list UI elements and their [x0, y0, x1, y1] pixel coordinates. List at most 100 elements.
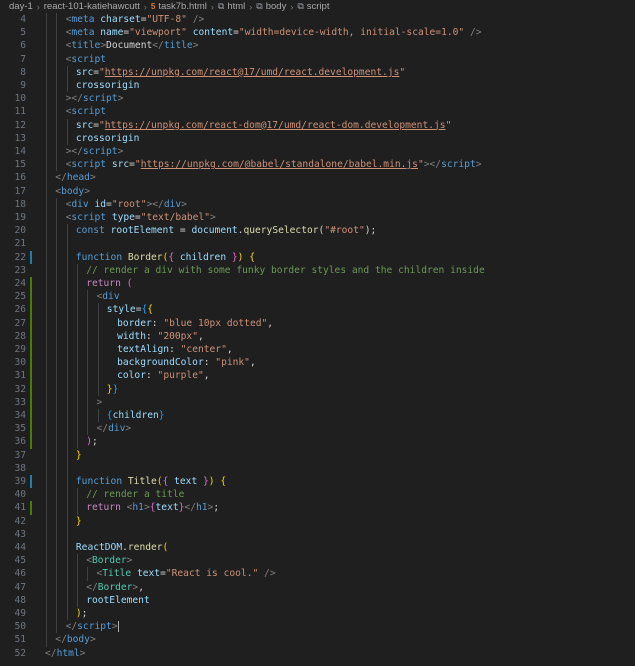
code-token: </ — [86, 581, 98, 593]
text-cursor — [117, 620, 119, 632]
code-line[interactable]: 37} — [0, 449, 635, 462]
code-token: div — [108, 423, 126, 435]
code-line[interactable]: 25 <div — [0, 290, 635, 304]
code-token: "pink" — [215, 357, 250, 369]
code-token: backgroundColor — [117, 357, 204, 369]
code-line[interactable]: 12 src="https://unpkg.com/react-dom@17/um… — [0, 119, 635, 132]
code-line[interactable]: 35 </div> — [0, 422, 635, 436]
code-token: : — [145, 370, 158, 382]
indent-guide — [87, 290, 89, 436]
code-text: <script — [66, 53, 106, 66]
breadcrumb-item[interactable]: ⧉ html — [217, 1, 246, 12]
element-icon: ⧉ — [256, 1, 263, 11]
code-line[interactable]: 14 ></script> — [0, 145, 635, 158]
code-line[interactable]: 18 <div id="root"></div> — [0, 198, 635, 211]
code-line[interactable]: 52 </html> — [0, 647, 635, 660]
code-line[interactable]: 10 ></script> — [0, 92, 635, 105]
code-line[interactable]: 22 function Border({ children }) { — [0, 250, 635, 264]
code-text: <Title text="React is cool." /> — [97, 567, 276, 580]
code-line[interactable]: 32}} — [0, 382, 635, 396]
line-number: 30 — [14, 357, 26, 369]
code-editor[interactable]: 4 <meta charset="UTF-8" /> 5 <meta name="vi… — [0, 13, 635, 666]
code-line[interactable]: 4 <meta charset="UTF-8" /> — [0, 13, 635, 26]
code-line[interactable]: 11 <script — [0, 105, 635, 118]
code-line[interactable]: 15 <script src="https://unpkg.com/@babel/… — [0, 158, 635, 171]
code-text: {children} — [107, 409, 165, 422]
breadcrumb-item[interactable]: react-101-katiehawcutt — [43, 1, 141, 12]
breadcrumb: day-1 › react-101-katiehawcutt › 5 task7b.htm… — [0, 0, 635, 13]
code-line[interactable]: 20 const rootElement = document.querySele… — [0, 224, 635, 237]
code-line[interactable]: 45 <Border> — [0, 554, 635, 567]
breadcrumb-item[interactable]: 5 task7b.html — [150, 1, 208, 12]
indent-guide — [87, 567, 89, 581]
code-token: const — [75, 225, 105, 237]
line-number: 40 — [14, 489, 26, 501]
code-line[interactable]: 41 return <h1>{text}</h1>; — [0, 501, 635, 515]
code-line[interactable]: 24 return ( — [0, 277, 635, 291]
code-line[interactable]: 39 function Title({ text }) { — [0, 475, 635, 489]
gutter-added-marker — [30, 422, 32, 436]
code-line[interactable]: 48 rootElement — [0, 594, 635, 607]
code-text: </html> — [45, 647, 85, 660]
chevron-right-icon: › — [36, 1, 40, 12]
code-line[interactable]: 50 </script> — [0, 620, 635, 633]
line-number: 45 — [14, 555, 26, 567]
code-line[interactable]: 49); — [0, 607, 635, 620]
code-line[interactable]: 23 // render a div with some funky border… — [0, 264, 635, 277]
code-line[interactable]: 29 textAlign: "center", — [0, 343, 635, 357]
breadcrumb-item[interactable]: ⧉ body — [255, 1, 287, 12]
code-line[interactable]: 9 crossorigin — [0, 79, 635, 92]
code-line[interactable]: 47 </Border>, — [0, 581, 635, 594]
code-line[interactable]: 31 color: "purple", — [0, 369, 635, 383]
code-line[interactable]: 34 {children} — [0, 409, 635, 423]
code-token: "purple" — [157, 370, 204, 382]
code-line[interactable]: 19 <script type="text/babel"> — [0, 211, 635, 224]
code-text: textAlign: "center", — [117, 343, 233, 356]
code-line[interactable]: 36); — [0, 435, 635, 449]
code-line[interactable]: 43 — [0, 528, 635, 541]
code-token: { — [220, 476, 227, 487]
code-line[interactable]: 27 border: "blue 10px dotted", — [0, 316, 635, 330]
code-line[interactable]: 6 <title>Document</title> — [0, 39, 635, 52]
line-number: 33 — [14, 396, 26, 408]
code-token: } — [112, 383, 119, 395]
indent-guide — [97, 409, 99, 423]
line-number: 38 — [14, 462, 26, 474]
code-line[interactable]: 17 <body> — [0, 185, 635, 198]
code-token: > — [475, 159, 482, 171]
code-line[interactable]: 44 ReactDOM.render( — [0, 541, 635, 554]
line-number: 17 — [14, 185, 26, 197]
code-line[interactable]: 26 style={{ — [0, 303, 635, 317]
code-line[interactable]: 46 <Title text="React is cool." /> — [0, 567, 635, 580]
code-line[interactable]: 21 — [0, 237, 635, 250]
code-token: </ — [96, 423, 109, 435]
code-token: /> — [469, 27, 482, 39]
line-number: 43 — [14, 528, 26, 540]
code-line[interactable]: 28 width: "200px", — [0, 329, 635, 343]
code-token: return — [86, 278, 121, 289]
code-line[interactable]: 5 <meta name="viewport" content="width=de… — [0, 26, 635, 39]
breadcrumb-label: task7b.html — [158, 1, 207, 12]
indent-guide — [66, 224, 68, 621]
code-token: } — [75, 449, 82, 461]
breadcrumb-item[interactable]: ⧉ script — [296, 1, 330, 12]
code-token: script — [71, 53, 107, 65]
code-line[interactable]: 51 </body> — [0, 633, 635, 646]
code-line[interactable]: 16 </head> — [0, 171, 635, 184]
code-line[interactable]: 7 <script — [0, 53, 635, 66]
code-line[interactable]: 40 // render a title — [0, 488, 635, 501]
breadcrumb-item[interactable]: day-1 — [8, 1, 34, 12]
line-number: 52 — [14, 647, 26, 659]
code-token: src — [75, 66, 94, 78]
code-line[interactable]: 38 — [0, 462, 635, 475]
code-token: body — [66, 634, 90, 646]
code-line[interactable]: 42} — [0, 515, 635, 528]
code-line[interactable]: 13 crossorigin — [0, 132, 635, 145]
code-line[interactable]: 8 src="https://unpkg.com/react@17/umd/rea… — [0, 66, 635, 79]
code-line[interactable]: 30 backgroundColor: "pink", — [0, 356, 635, 370]
indent-guide — [66, 118, 68, 145]
line-number: 7 — [20, 53, 26, 65]
code-text: <meta charset="UTF-8" /> — [66, 13, 205, 26]
code-token: > — [84, 185, 90, 197]
code-line[interactable]: 33 > — [0, 395, 635, 409]
